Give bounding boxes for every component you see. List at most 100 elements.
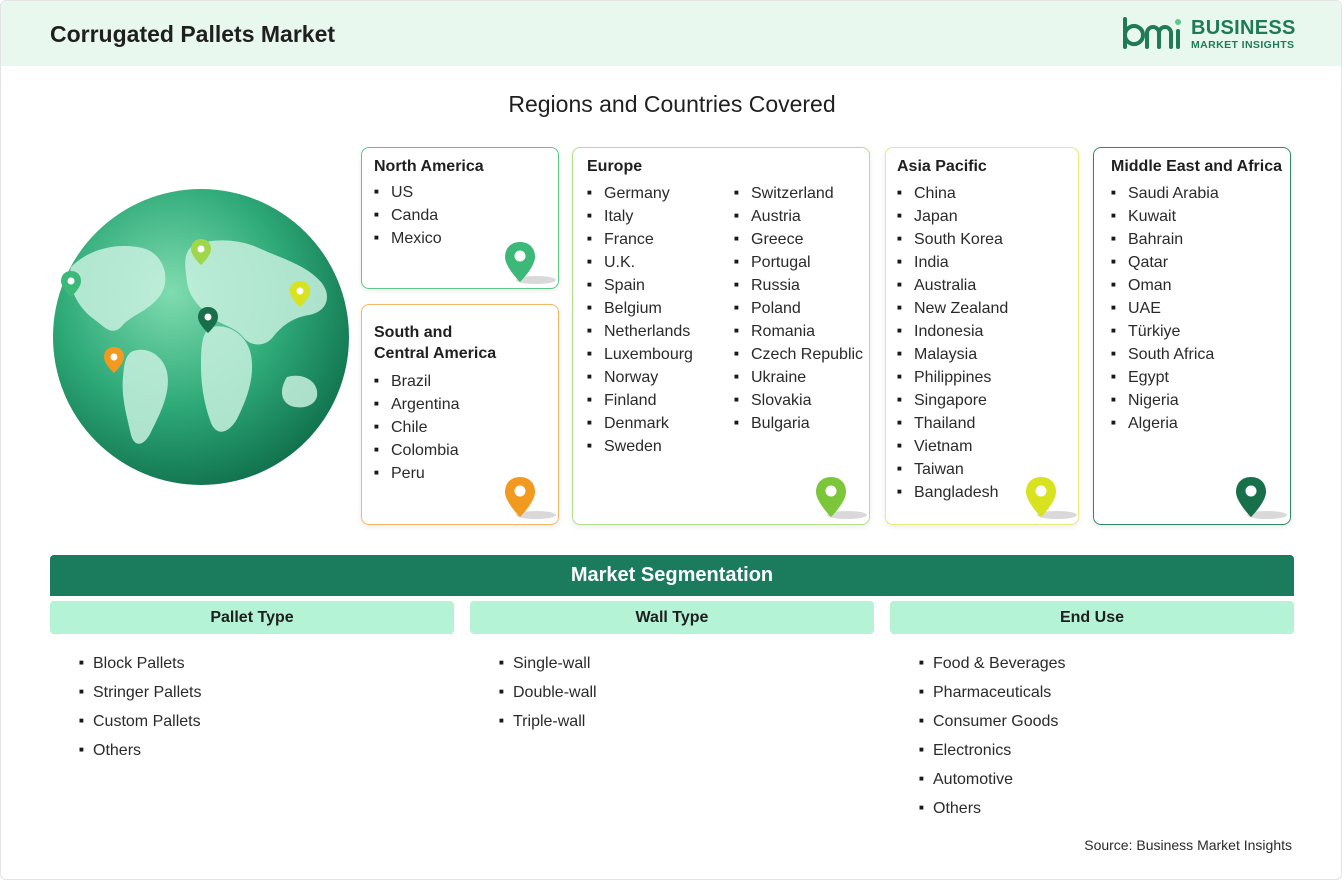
country-list: Brazil Argentina Chile Colombia Peru <box>374 370 460 485</box>
header-bar: Corrugated Pallets Market BUSINESS MARKE… <box>1 1 1341 66</box>
list-item: Bulgaria <box>734 412 863 435</box>
globe-illustration <box>53 189 349 485</box>
list-item: Italy <box>587 205 693 228</box>
location-pin-icon <box>505 477 556 519</box>
region-card-middle-east-africa: Middle East and Africa Saudi Arabia Kuwa… <box>1093 147 1291 525</box>
region-title: Europe <box>587 158 643 175</box>
list-item: Others <box>919 794 1066 823</box>
region-title: South and Central America <box>374 322 496 364</box>
list-item: Automotive <box>919 765 1066 794</box>
segment-list-pallet-type: Block Pallets Stringer Pallets Custom Pa… <box>79 649 202 765</box>
list-item: Electronics <box>919 736 1066 765</box>
list-item: Block Pallets <box>79 649 202 678</box>
segment-heading-wall-type: Wall Type <box>470 601 874 634</box>
country-list: China Japan South Korea India Australia … <box>897 182 1008 504</box>
list-item: Thailand <box>897 412 1008 435</box>
list-item: Triple-wall <box>499 707 597 736</box>
list-item: Ukraine <box>734 366 863 389</box>
list-item: France <box>587 228 693 251</box>
list-item: Pharmaceuticals <box>919 678 1066 707</box>
list-item: China <box>897 182 1008 205</box>
region-title: Asia Pacific <box>897 158 987 175</box>
country-list-column-1: Germany Italy France U.K. Spain Belgium … <box>587 182 693 458</box>
list-item: New Zealand <box>897 297 1008 320</box>
segment-heading-pallet-type: Pallet Type <box>50 601 454 634</box>
list-item: UAE <box>1111 297 1219 320</box>
segment-heading-end-use: End Use <box>890 601 1294 634</box>
logo-line-1: BUSINESS <box>1191 17 1296 39</box>
list-item: Austria <box>734 205 863 228</box>
logo-line-2: MARKET INSIGHTS <box>1191 39 1295 51</box>
segmentation-banner: Market Segmentation <box>50 555 1294 596</box>
list-item: Malaysia <box>897 343 1008 366</box>
list-item: Colombia <box>374 439 460 462</box>
list-item: Czech Republic <box>734 343 863 366</box>
country-list: Saudi Arabia Kuwait Bahrain Qatar Oman U… <box>1111 182 1219 435</box>
page-title: Corrugated Pallets Market <box>50 21 336 47</box>
list-item: India <box>897 251 1008 274</box>
brand-logo: BUSINESS MARKET INSIGHTS <box>1121 15 1301 55</box>
list-item: Custom Pallets <box>79 707 202 736</box>
list-item: Double-wall <box>499 678 597 707</box>
list-item: Poland <box>734 297 863 320</box>
segment-list-end-use: Food & Beverages Pharmaceuticals Consume… <box>919 649 1066 823</box>
bmi-logo-icon <box>1123 17 1181 49</box>
list-item: Türkiye <box>1111 320 1219 343</box>
list-item: Indonesia <box>897 320 1008 343</box>
region-card-europe: Europe Germany Italy France U.K. Spain B… <box>572 147 870 525</box>
location-pin-icon <box>505 242 556 284</box>
region-title: North America <box>374 158 484 175</box>
list-item: Spain <box>587 274 693 297</box>
segment-list-wall-type: Single-wall Double-wall Triple-wall <box>499 649 597 736</box>
list-item: Brazil <box>374 370 460 393</box>
list-item: Norway <box>587 366 693 389</box>
list-item: Germany <box>587 182 693 205</box>
region-title-line-1: South and <box>374 324 453 341</box>
list-item: Canda <box>374 204 442 227</box>
list-item: Sweden <box>587 435 693 458</box>
list-item: Egypt <box>1111 366 1219 389</box>
list-item: Single-wall <box>499 649 597 678</box>
infographic-frame: Corrugated Pallets Market BUSINESS MARKE… <box>0 0 1342 880</box>
list-item: Consumer Goods <box>919 707 1066 736</box>
list-item: Saudi Arabia <box>1111 182 1219 205</box>
list-item: Kuwait <box>1111 205 1219 228</box>
list-item: Taiwan <box>897 458 1008 481</box>
list-item: Algeria <box>1111 412 1219 435</box>
list-item: Others <box>79 736 202 765</box>
regions-title: Regions and Countries Covered <box>508 91 836 117</box>
list-item: Greece <box>734 228 863 251</box>
list-item: Finland <box>587 389 693 412</box>
list-item: Netherlands <box>587 320 693 343</box>
list-item: South Africa <box>1111 343 1219 366</box>
list-item: Vietnam <box>897 435 1008 458</box>
list-item: South Korea <box>897 228 1008 251</box>
list-item: Australia <box>897 274 1008 297</box>
list-item: Oman <box>1111 274 1219 297</box>
list-item: Luxembourg <box>587 343 693 366</box>
list-item: Bahrain <box>1111 228 1219 251</box>
list-item: Denmark <box>587 412 693 435</box>
list-item: Qatar <box>1111 251 1219 274</box>
list-item: Portugal <box>734 251 863 274</box>
country-list-column-2: Switzerland Austria Greece Portugal Russ… <box>734 182 863 435</box>
region-title: Middle East and Africa <box>1111 158 1282 175</box>
list-item: Bangladesh <box>897 481 1008 504</box>
source-note: Source: Business Market Insights <box>1084 837 1292 853</box>
country-list: US Canda Mexico <box>374 181 442 250</box>
location-pin-icon <box>816 477 867 519</box>
list-item: Philippines <box>897 366 1008 389</box>
list-item: Nigeria <box>1111 389 1219 412</box>
list-item: Argentina <box>374 393 460 416</box>
list-item: Food & Beverages <box>919 649 1066 678</box>
list-item: Mexico <box>374 227 442 250</box>
list-item: Chile <box>374 416 460 439</box>
list-item: Russia <box>734 274 863 297</box>
region-card-north-america: North America US Canda Mexico <box>361 147 559 289</box>
list-item: Romania <box>734 320 863 343</box>
location-pin-icon <box>1026 477 1077 519</box>
location-pin-icon <box>1236 477 1287 519</box>
list-item: Stringer Pallets <box>79 678 202 707</box>
region-card-south-central-america: South and Central America Brazil Argenti… <box>361 304 559 525</box>
region-title-line-2: Central America <box>374 345 497 362</box>
